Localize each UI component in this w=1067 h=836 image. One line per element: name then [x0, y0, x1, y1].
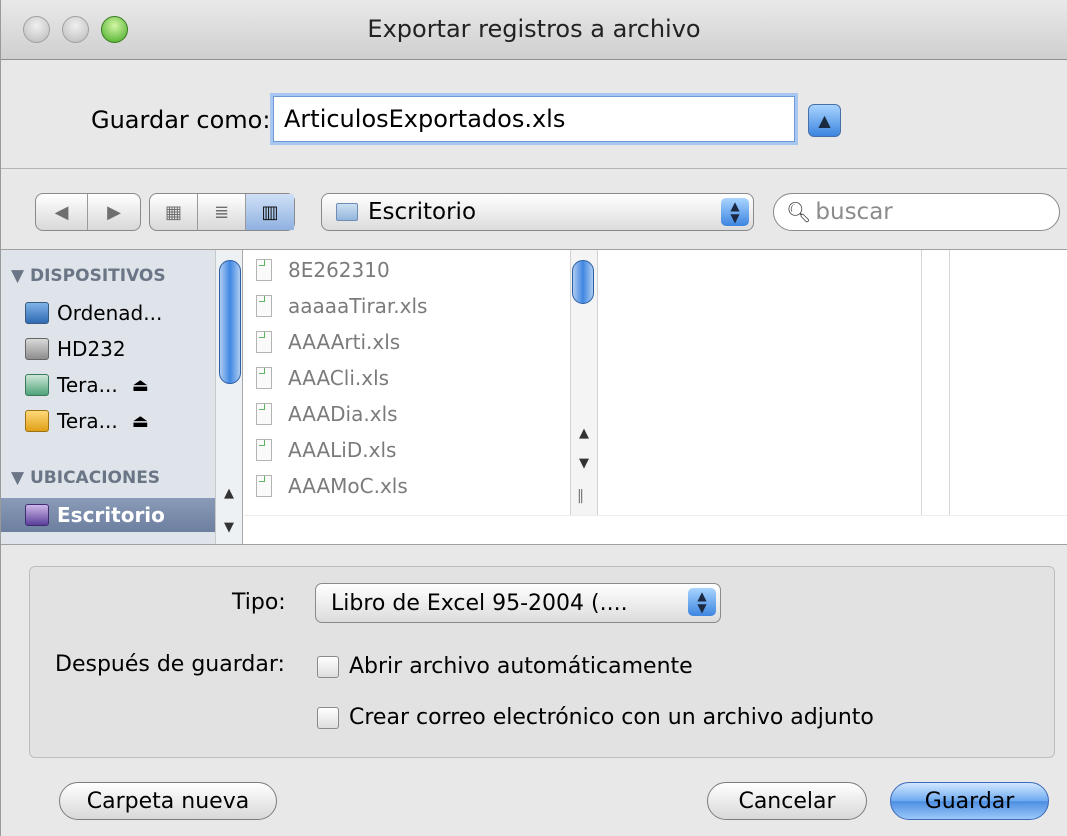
- create-email-checkbox[interactable]: [317, 706, 339, 729]
- document-icon: [256, 403, 272, 425]
- eject-icon[interactable]: ⏏: [132, 375, 149, 396]
- back-arrow-icon: ◀: [54, 201, 69, 223]
- file-item[interactable]: AAADia.xls: [256, 396, 398, 432]
- search-field[interactable]: 🔍︎ buscar: [773, 193, 1060, 231]
- divider: [1, 168, 1067, 169]
- file-item[interactable]: AAAMoC.xls: [256, 468, 408, 504]
- icon-view-button[interactable]: ▦: [150, 194, 198, 230]
- sidebar-item-computer[interactable]: Ordenad...: [25, 296, 215, 330]
- forward-button[interactable]: ▶: [88, 194, 140, 230]
- sidebar-heading-places: ▼ UBICACIONES: [11, 468, 161, 488]
- save-button[interactable]: Guardar: [890, 782, 1049, 820]
- file-name: 8E262310: [288, 258, 390, 282]
- view-mode-segmented-control: ▦ ≣ ▥: [149, 193, 295, 231]
- empty-column: [949, 250, 1067, 515]
- scroll-down-arrow-icon[interactable]: ▼: [217, 520, 241, 535]
- icon-grid-icon: ▦: [164, 201, 182, 223]
- file-name: AAAArti.xls: [288, 330, 401, 354]
- document-icon: [256, 475, 272, 497]
- sidebar-item-hd232[interactable]: HD232: [25, 332, 215, 366]
- save-as-input[interactable]: [273, 96, 795, 142]
- file-name: AAADia.xls: [288, 402, 398, 426]
- sidebar-scroll-thumb[interactable]: [219, 260, 241, 384]
- file-browser: ▼ DISPOSITIVOS Ordenad... HD232 Tera... …: [1, 249, 1067, 545]
- location-label: Escritorio: [368, 199, 477, 225]
- folder-icon: [336, 203, 358, 221]
- eject-icon[interactable]: ⏏: [132, 411, 149, 432]
- sidebar-item-label: Escritorio: [57, 503, 165, 527]
- desktop-icon: [25, 504, 49, 526]
- expand-dialog-button[interactable]: ▲: [808, 104, 841, 137]
- hard-disk-icon: [25, 338, 49, 360]
- file-item[interactable]: aaaaaTirar.xls: [256, 288, 427, 324]
- list-icon: ≣: [213, 201, 230, 223]
- type-label: Tipo:: [232, 590, 286, 615]
- scroll-down-arrow-icon[interactable]: ▼: [573, 456, 595, 471]
- computer-icon: [25, 302, 49, 324]
- scroll-up-arrow-icon[interactable]: ▲: [217, 486, 241, 501]
- forward-arrow-icon: ▶: [107, 201, 121, 223]
- sidebar: ▼ DISPOSITIVOS Ordenad... HD232 Tera... …: [1, 250, 243, 544]
- updown-arrows-icon: ▲ ▼: [688, 588, 716, 616]
- triangle-up-icon: ▲: [818, 111, 831, 130]
- file-column-scroll-thumb[interactable]: [572, 260, 594, 304]
- external-disk-icon: [25, 410, 49, 432]
- open-automatically-checkbox[interactable]: [317, 655, 339, 678]
- sidebar-item-label: Tera...: [57, 373, 118, 397]
- file-column: 8E262310 aaaaaTirar.xls AAAArti.xls AAAC…: [244, 250, 570, 515]
- back-button[interactable]: ◀: [36, 194, 88, 230]
- file-name: AAACli.xls: [288, 366, 390, 390]
- sidebar-item-tera-1[interactable]: Tera... ⏏: [25, 368, 215, 402]
- open-automatically-option[interactable]: Abrir archivo automáticamente: [317, 654, 693, 679]
- location-popup[interactable]: Escritorio ▲ ▼: [321, 193, 754, 231]
- column-view-button[interactable]: ▥: [246, 194, 294, 230]
- empty-column: [599, 250, 922, 515]
- scroll-up-arrow-icon[interactable]: ▲: [573, 426, 595, 441]
- time-machine-disk-icon: [25, 374, 49, 396]
- file-name: AAAMoC.xls: [288, 474, 408, 498]
- file-item[interactable]: AAACli.xls: [256, 360, 389, 396]
- column-resize-handle[interactable]: ‖: [577, 488, 584, 504]
- columns-icon: ▥: [261, 201, 279, 223]
- document-icon: [256, 259, 272, 281]
- search-placeholder: buscar: [815, 199, 893, 225]
- sidebar-item-label: HD232: [57, 337, 126, 361]
- document-icon: [256, 367, 272, 389]
- cancel-button[interactable]: Cancelar: [707, 782, 867, 820]
- save-as-label: Guardar como:: [91, 106, 271, 134]
- search-icon: 🔍︎: [786, 200, 812, 224]
- new-folder-button[interactable]: Carpeta nueva: [59, 782, 277, 820]
- list-view-button[interactable]: ≣: [198, 194, 246, 230]
- checkbox-label: Crear correo electrónico con un archivo …: [349, 705, 874, 730]
- window-title: Exportar registros a archivo: [367, 15, 701, 43]
- sidebar-item-label: Tera...: [57, 409, 118, 433]
- file-type-popup[interactable]: Libro de Excel 95-2004 (.... ▲ ▼: [315, 583, 721, 623]
- title-bar: Exportar registros a archivo: [1, 0, 1067, 60]
- file-item[interactable]: 8E262310: [256, 252, 390, 288]
- updown-arrows-icon: ▲ ▼: [721, 198, 749, 226]
- sidebar-item-desktop[interactable]: Escritorio: [1, 498, 215, 532]
- file-name: aaaaaTirar.xls: [288, 294, 428, 318]
- sidebar-item-tera-2[interactable]: Tera... ⏏: [25, 404, 215, 438]
- file-item[interactable]: AAAArti.xls: [256, 324, 400, 360]
- file-item[interactable]: AAALiD.xls: [256, 432, 396, 468]
- create-email-option[interactable]: Crear correo electrónico con un archivo …: [317, 705, 874, 730]
- save-dialog: Exportar registros a archivo Guardar com…: [0, 0, 1067, 836]
- file-name: AAALiD.xls: [288, 438, 397, 462]
- navigation-segmented-control: ◀ ▶: [35, 193, 141, 231]
- after-save-label: Después de guardar:: [55, 652, 285, 677]
- sidebar-item-label: Ordenad...: [57, 301, 163, 325]
- sidebar-heading-devices: ▼ DISPOSITIVOS: [11, 266, 166, 286]
- document-icon: [256, 295, 272, 317]
- file-type-value: Libro de Excel 95-2004 (....: [331, 590, 628, 616]
- document-icon: [256, 439, 272, 461]
- checkbox-label: Abrir archivo automáticamente: [349, 654, 693, 679]
- document-icon: [256, 331, 272, 353]
- horizontal-scroll-area[interactable]: [244, 515, 1067, 544]
